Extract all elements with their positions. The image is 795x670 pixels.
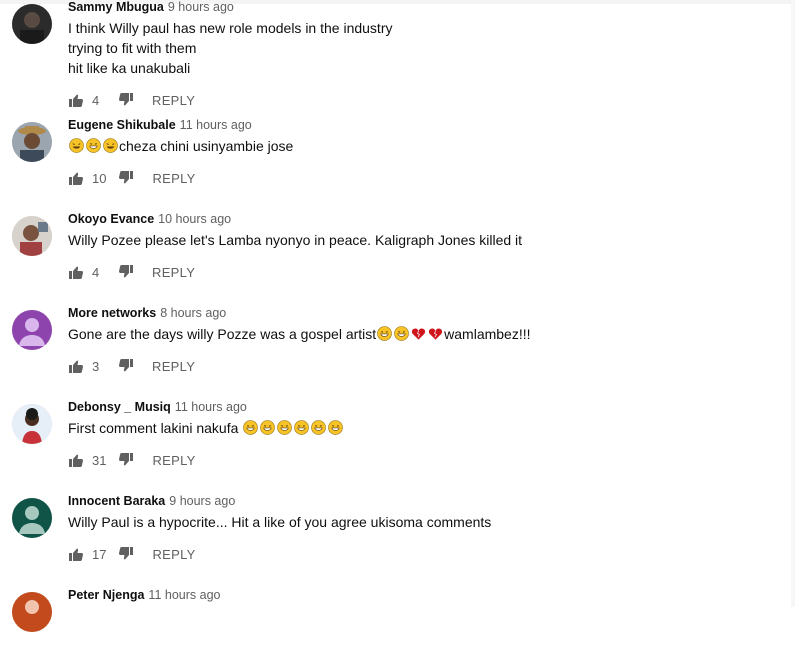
comment-actions: 10 REPLY [68,166,780,190]
thumbs-up-icon[interactable] [68,358,84,374]
thumbs-down-icon[interactable] [118,546,134,562]
comment-line: trying to fit with them [68,40,197,56]
author-name[interactable]: Innocent Baraka [68,494,165,508]
comment-body: Willy Paul is a hypocrite... Hit a like … [68,514,492,530]
comment-body: Gone are the days willy Pozze was a gosp… [68,326,377,342]
reply-button[interactable]: REPLY [152,547,195,562]
grinning-sweat-emoji [86,138,101,153]
reply-button[interactable]: REPLY [152,265,195,280]
avatar[interactable] [12,216,52,256]
comment-time[interactable]: 9 hours ago [168,0,234,14]
thumbs-up-icon[interactable] [68,546,84,562]
comment-text: Gone are the days willy Pozze was a gosp… [68,324,780,344]
like-count: 4 [92,264,100,280]
rofl-emoji [103,138,118,153]
grinning-sweat-emoji [243,420,259,435]
comment-item: Okoyo Evance 10 hours ago Willy Pozee ple… [0,200,790,294]
thumbs-down-icon[interactable] [118,452,134,468]
comment-text: I think Willy paul has new role models i… [68,18,780,78]
comment-actions: 17 REPLY [68,542,780,566]
comment-time[interactable]: 11 hours ago [148,588,220,602]
comment-body: First comment lakini nakufa [68,420,243,436]
avatar[interactable] [12,498,52,538]
comment-text: First comment lakini nakufa [68,418,780,438]
comment-item: Sammy Mbugua 9 hours ago I think Willy pa… [0,0,790,108]
grinning-sweat-emoji [311,420,327,435]
thumbs-down-icon[interactable] [118,170,134,186]
grinning-sweat-emoji [260,420,276,435]
comment-time[interactable]: 11 hours ago [180,118,252,132]
comment-line: I think Willy paul has new role models i… [68,20,393,36]
thumbs-up-icon[interactable] [68,170,84,186]
like-count: 10 [92,170,107,186]
grinning-sweat-emoji [328,420,344,435]
author-name[interactable]: Sammy Mbugua [68,0,164,14]
like-count: 3 [92,358,100,374]
like-count: 17 [92,546,107,562]
reply-button[interactable]: REPLY [152,359,195,374]
reply-button[interactable]: REPLY [152,171,195,186]
author-name[interactable]: More networks [68,306,156,320]
author-name[interactable]: Debonsy _ Musiq [68,400,171,414]
avatar[interactable] [12,122,52,162]
avatar[interactable] [12,4,52,44]
avatar[interactable] [12,310,52,350]
comment-time[interactable]: 10 hours ago [158,212,231,226]
rofl-emoji [69,138,84,153]
thumbs-up-icon[interactable] [68,264,84,280]
comment-text: cheza chini usinyambie jose [68,136,780,156]
broken-heart-emoji [428,326,443,341]
broken-heart-emoji [411,326,426,341]
comment-actions: 31 REPLY [68,448,780,472]
grinning-sweat-emoji [394,326,409,341]
comment-item: Peter Njenga 11 hours ago [0,576,790,670]
grinning-sweat-emoji [277,420,293,435]
comment-body-suffix: wamlambez!!! [444,326,531,342]
comment-text: Willy Pozee please let's Lamba nyonyo in… [68,230,780,250]
comments-list: Sammy Mbugua 9 hours ago I think Willy pa… [0,0,790,670]
avatar[interactable] [12,404,52,444]
comment-item: Eugene Shikubale 11 hours ago cheza chini… [0,106,790,200]
comment-time[interactable]: 11 hours ago [175,400,247,414]
author-name[interactable]: Okoyo Evance [68,212,154,226]
scrollbar-track[interactable] [791,0,795,607]
comment-actions: 4 REPLY [68,260,780,284]
author-name[interactable]: Eugene Shikubale [68,118,176,132]
comment-body: Willy Pozee please let's Lamba nyonyo in… [68,232,523,248]
thumbs-up-icon[interactable] [68,452,84,468]
comment-item: More networks 8 hours ago Gone are the da… [0,294,790,388]
comment-text: Willy Paul is a hypocrite... Hit a like … [68,512,780,532]
comment-item: Innocent Baraka 9 hours ago Willy Paul is… [0,482,790,576]
author-name[interactable]: Peter Njenga [68,588,144,602]
thumbs-down-icon[interactable] [118,264,134,280]
grinning-sweat-emoji [294,420,310,435]
reply-button[interactable]: REPLY [152,453,195,468]
like-count: 31 [92,452,107,468]
thumbs-down-icon[interactable] [118,358,134,374]
comment-body: cheza chini usinyambie jose [119,138,294,154]
comment-time[interactable]: 8 hours ago [160,306,226,320]
comment-line: hit like ka unakubali [68,60,191,76]
comment-actions: 3 REPLY [68,354,780,378]
comment-item: Debonsy _ Musiq 11 hours ago First commen… [0,388,790,482]
comment-time[interactable]: 9 hours ago [169,494,235,508]
avatar[interactable] [12,592,52,632]
grinning-sweat-emoji [377,326,392,341]
